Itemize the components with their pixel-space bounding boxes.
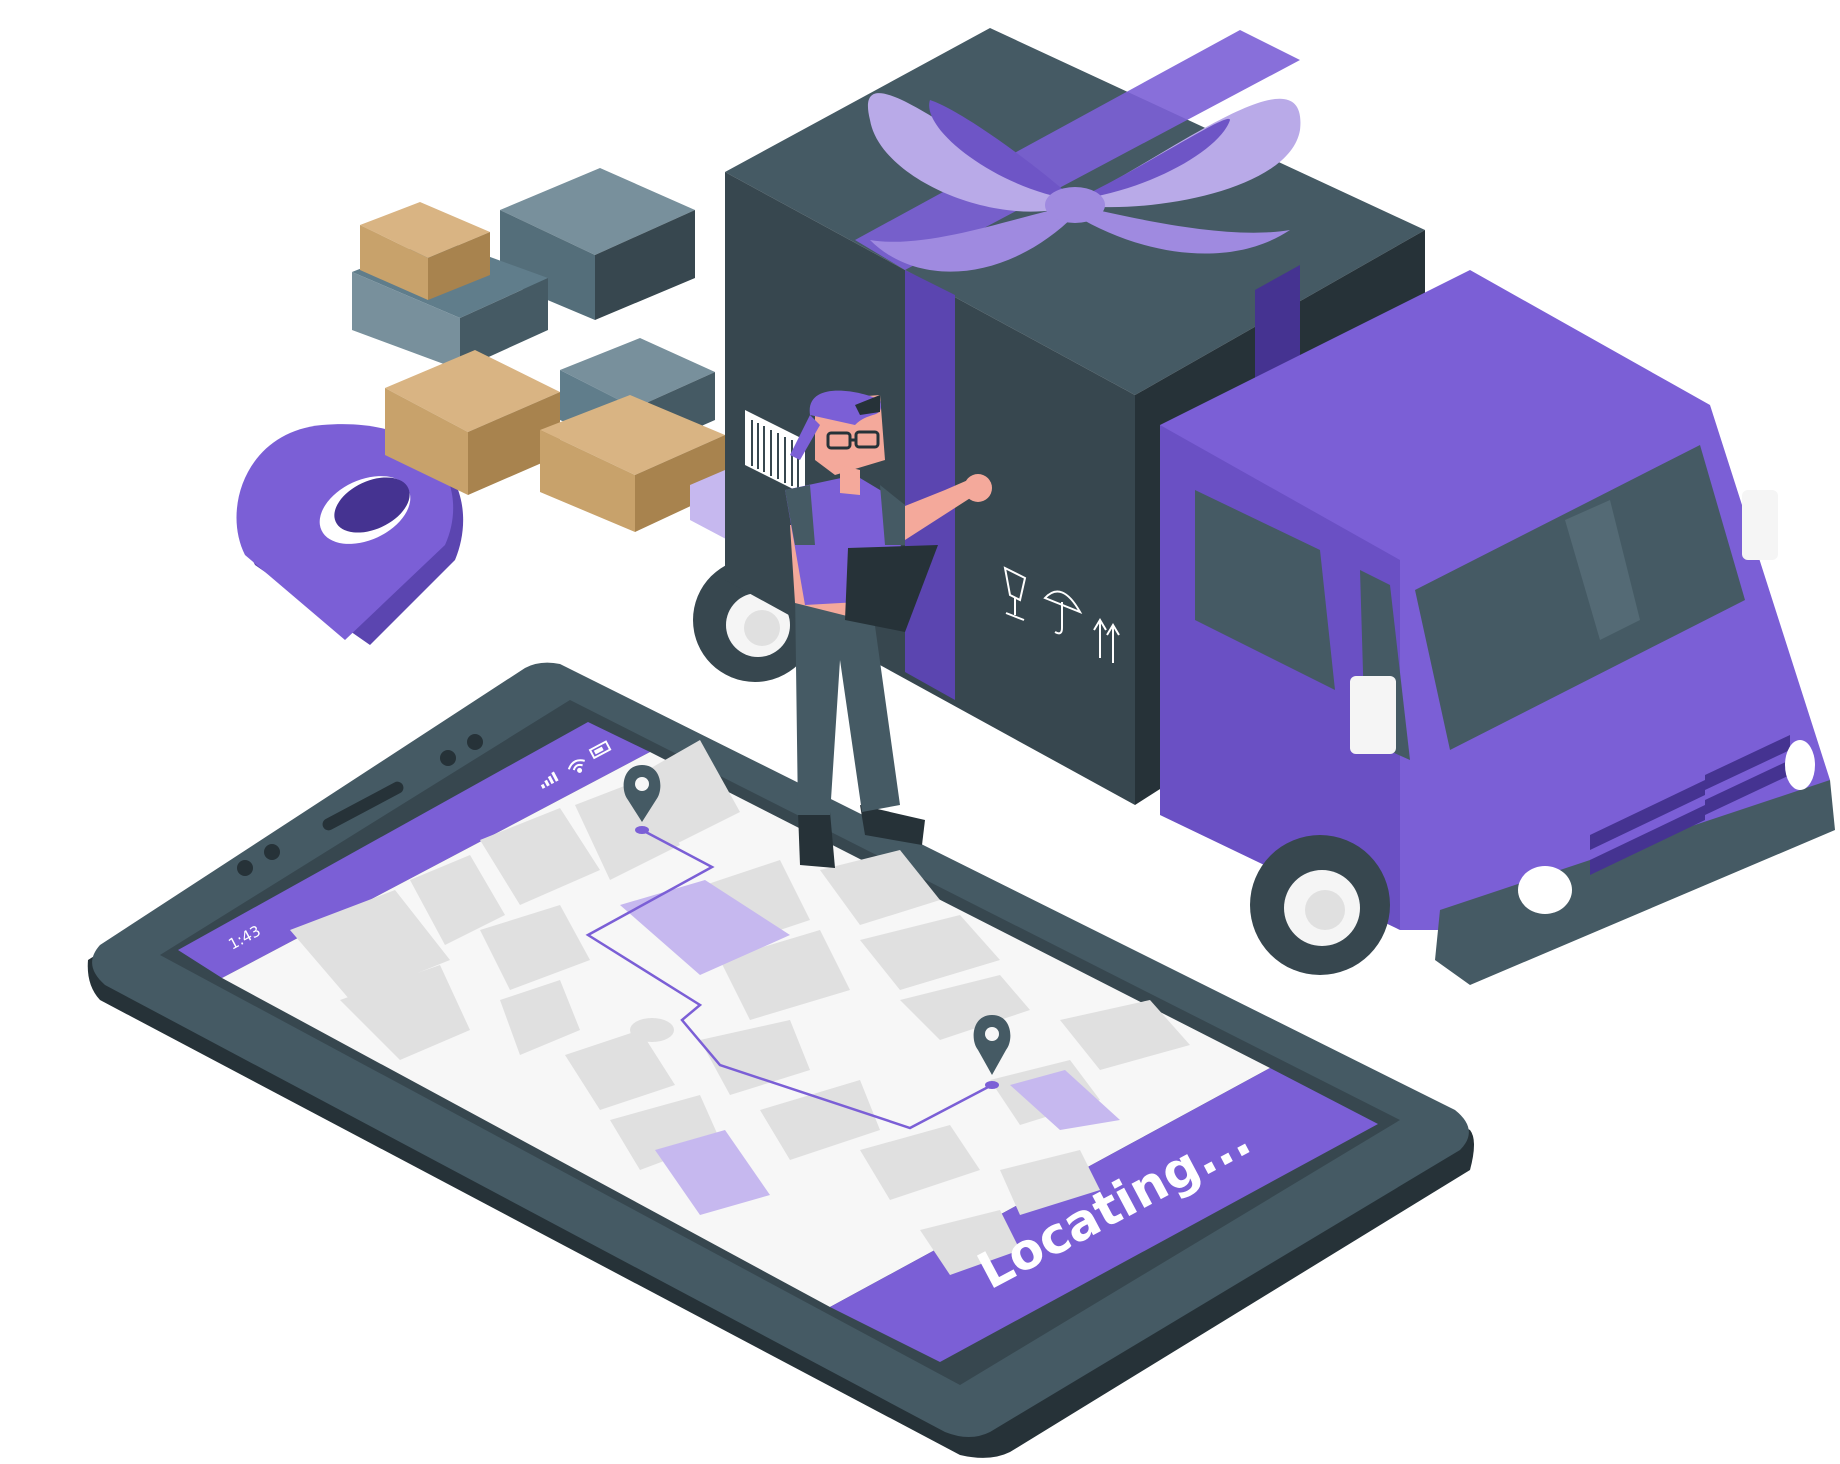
truck-mirror (1350, 676, 1396, 754)
map-roundabout (630, 1018, 674, 1042)
truck-headlight (1518, 866, 1572, 914)
truck-cab (1160, 270, 1835, 985)
delivery-illustration: 1:43 Locating... (87, 28, 1835, 1458)
truck-mirror (1742, 490, 1778, 560)
truck-headlight (1785, 740, 1815, 790)
